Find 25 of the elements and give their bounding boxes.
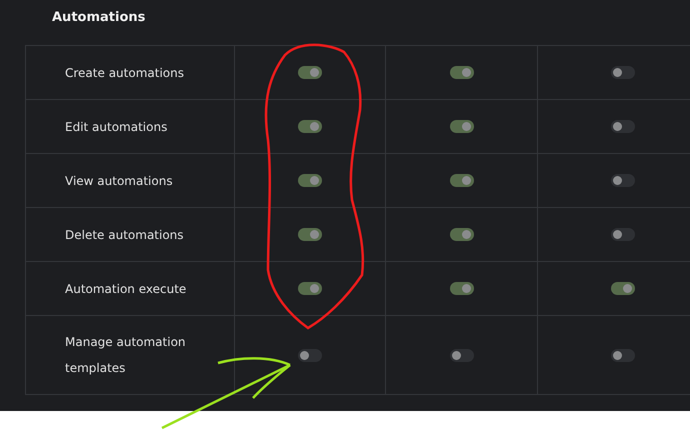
permission-label: Create automations <box>65 64 184 82</box>
toggle-switch[interactable] <box>450 348 474 362</box>
toggle-switch[interactable] <box>610 120 634 133</box>
section-title: Automations <box>52 9 146 27</box>
toggle-switch[interactable] <box>610 282 634 295</box>
toggle-switch[interactable] <box>298 66 322 79</box>
toggle-switch[interactable] <box>610 348 634 362</box>
toggle-switch[interactable] <box>450 228 474 241</box>
toggle-switch[interactable] <box>450 66 474 79</box>
permission-label: Manage automation templates <box>65 334 187 377</box>
toggle-switch[interactable] <box>450 174 474 187</box>
toggle-switch[interactable] <box>610 174 634 187</box>
toggle-switch[interactable] <box>610 66 634 79</box>
permission-label: View automations <box>65 172 173 190</box>
toggle-switch[interactable] <box>298 120 322 133</box>
permission-label: Edit automations <box>65 118 168 136</box>
toggle-switch[interactable] <box>450 282 474 295</box>
toggle-switch[interactable] <box>610 228 634 241</box>
toggle-switch[interactable] <box>298 282 322 295</box>
permission-label: Automation execute <box>65 280 186 298</box>
toggle-switch[interactable] <box>450 120 474 133</box>
toggle-switch[interactable] <box>298 348 322 362</box>
toggle-switch[interactable] <box>298 174 322 187</box>
permission-label: Delete automations <box>65 226 184 244</box>
toggle-switch[interactable] <box>298 228 322 241</box>
